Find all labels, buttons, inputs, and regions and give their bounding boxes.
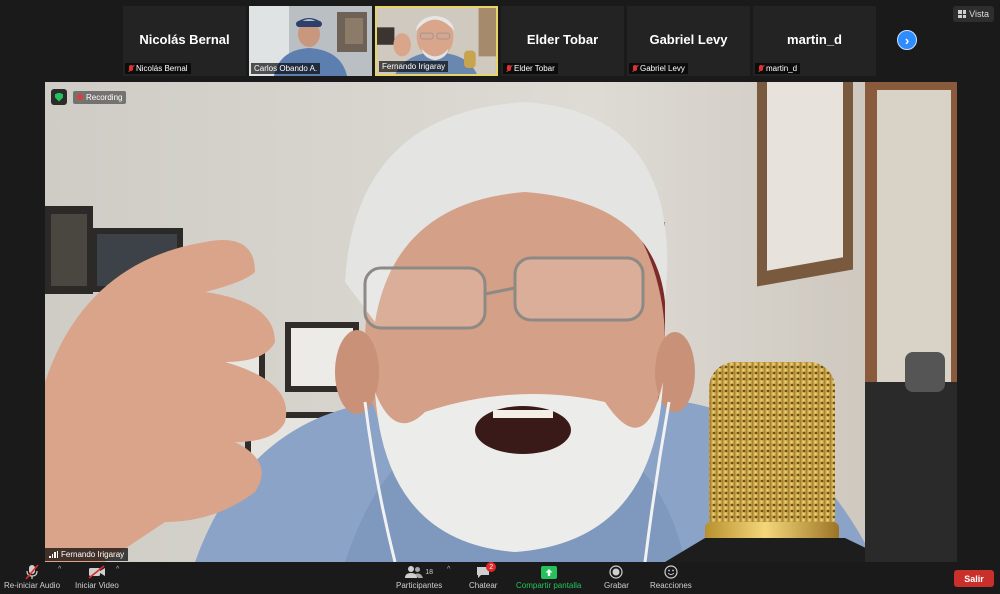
share-screen-button-label: Compartir pantalla: [516, 581, 582, 590]
chat-unread-badge: 2: [486, 562, 497, 572]
leave-meeting-button[interactable]: Salir: [954, 570, 994, 587]
participant-name-label: Gabriel Levy: [629, 63, 688, 74]
participant-tile[interactable]: martin_d martin_d: [753, 6, 876, 76]
main-speaker-name: Fernando Irigaray: [61, 550, 125, 559]
view-button-label: Vista: [969, 9, 989, 19]
participant-tile[interactable]: Gabriel Levy Gabriel Levy: [627, 6, 750, 76]
participant-name-label: martin_d: [755, 63, 801, 74]
security-shield-icon[interactable]: [51, 89, 67, 105]
participant-name-label: Fernando Irigaray: [379, 61, 449, 72]
chevron-right-icon: ›: [904, 32, 910, 48]
participant-tile[interactable]: Nicolás Bernal Nicolás Bernal: [123, 6, 246, 76]
participant-label-text: Fernando Irigaray: [382, 62, 446, 71]
mic-off-icon: [25, 564, 39, 580]
participant-name-label: Nicolás Bernal: [125, 63, 191, 74]
participants-button-label: Participantes: [396, 581, 443, 590]
mic-muted-icon: [506, 64, 512, 73]
view-button[interactable]: Vista: [953, 6, 994, 22]
recording-indicator: Recording: [51, 89, 127, 105]
audio-options-chevron-icon[interactable]: ^: [58, 566, 61, 573]
participant-label-text: Elder Tobar: [514, 64, 555, 73]
participants-options-chevron-icon[interactable]: ^: [447, 566, 450, 573]
record-icon: [609, 565, 624, 579]
audio-button-label: Re-iniciar Audio: [4, 581, 61, 590]
video-off-icon: [88, 565, 105, 579]
thumbnail-strip: Nicolás Bernal Nicolás Bernal Carlos Oba…: [123, 6, 876, 76]
audio-button[interactable]: Re-iniciar Audio: [4, 564, 60, 590]
participant-tile[interactable]: Elder Tobar Elder Tobar: [501, 6, 624, 76]
mic-muted-icon: [128, 64, 134, 73]
participant-label-text: Gabriel Levy: [640, 64, 685, 73]
video-button-label: Iniciar Video: [75, 581, 119, 590]
share-screen-icon: [540, 565, 557, 579]
participant-tile-active[interactable]: Fernando Irigaray: [375, 6, 498, 76]
participant-display-name: martin_d: [787, 32, 842, 47]
participants-icon: [405, 566, 424, 578]
mic-muted-icon: [632, 64, 638, 73]
video-options-chevron-icon[interactable]: ^: [116, 566, 119, 573]
recording-dot-icon: [77, 94, 83, 100]
leave-button-label: Salir: [964, 573, 984, 584]
main-speaker-video: [45, 82, 957, 562]
recording-label: Recording: [86, 92, 123, 102]
reactions-button-label: Reacciones: [650, 581, 692, 590]
participants-count: 18: [425, 568, 434, 576]
participant-label-text: Carlos Obando A.: [254, 64, 318, 73]
participant-display-name: Gabriel Levy: [649, 32, 728, 47]
main-speaker-name-label: Fernando Irigaray: [45, 548, 129, 561]
video-button[interactable]: Iniciar Video: [75, 564, 119, 590]
participant-display-name: Elder Tobar: [526, 32, 599, 47]
record-button-label: Grabar: [604, 581, 629, 590]
participant-tile[interactable]: Carlos Obando A.: [249, 6, 372, 76]
chat-button[interactable]: 2 Chatear: [469, 562, 498, 590]
participant-label-text: martin_d: [766, 64, 798, 73]
participant-name-label: Elder Tobar: [503, 63, 558, 74]
record-button[interactable]: Grabar: [604, 564, 629, 590]
meeting-toolbar: Re-iniciar Audio ^ Iniciar Video ^ 18 Pa…: [0, 562, 1000, 594]
share-screen-button[interactable]: Compartir pantalla: [516, 564, 581, 590]
participants-button[interactable]: 18 Participantes: [396, 564, 442, 590]
reactions-icon: [664, 565, 678, 579]
chat-button-label: Chatear: [469, 581, 498, 590]
next-page-button[interactable]: ›: [897, 30, 917, 50]
signal-strength-icon: [49, 551, 58, 558]
reactions-button[interactable]: Reacciones: [650, 564, 692, 590]
participant-display-name: Nicolás Bernal: [139, 32, 230, 47]
participant-name-label: Carlos Obando A.: [251, 63, 321, 74]
mic-muted-icon: [758, 64, 764, 73]
speaker-video-frame: [45, 82, 957, 562]
participant-label-text: Nicolás Bernal: [136, 64, 188, 73]
grid-icon: [958, 10, 967, 18]
recording-status: Recording: [73, 90, 127, 104]
